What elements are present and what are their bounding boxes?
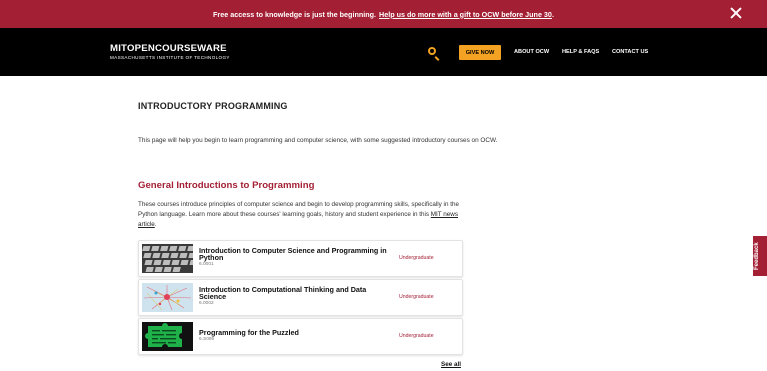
course-level: Undergraduate (399, 333, 434, 339)
banner-donate-link[interactable]: Help us do more with a gift to OCW befor… (379, 10, 552, 19)
logo-ocw: OPENCOURSEWARE (126, 43, 227, 54)
banner-text: Free access to knowledge is just the beg… (213, 9, 377, 19)
see-all-link[interactable]: See all (441, 361, 461, 368)
nav-contact-us[interactable]: CONTACT US (612, 49, 648, 55)
section-suffix: . (154, 221, 157, 228)
course-title[interactable]: Introduction to Computer Science and Pro… (199, 247, 394, 262)
course-number: 6.0002 (199, 301, 214, 306)
course-card[interactable]: Introduction to Computer Science and Pro… (138, 240, 463, 277)
logo-subtitle: MASSACHUSETTS INSTITUTE OF TECHNOLOGY (110, 55, 230, 60)
course-card[interactable]: Introduction to Computational Thinking a… (138, 279, 463, 316)
course-number: 6.S095 (199, 337, 215, 342)
page-title: INTRODUCTORY PROGRAMMING (138, 101, 288, 111)
logo-mit: MIT (110, 43, 127, 54)
network-graph-image (142, 283, 193, 312)
section-title: General Introductions to Programming (138, 180, 315, 191)
close-icon[interactable] (729, 6, 743, 20)
banner-suffix: . (551, 9, 554, 19)
course-title[interactable]: Programming for the Puzzled (199, 329, 394, 337)
page-intro: This page will help you begin to learn p… (138, 137, 498, 144)
course-card[interactable]: Programming for the Puzzled 6.S095 Under… (138, 318, 463, 355)
course-title[interactable]: Introduction to Computational Thinking a… (199, 286, 394, 301)
section-text: These courses introduce principles of co… (138, 201, 459, 218)
section-description: These courses introduce principles of co… (138, 200, 463, 230)
feedback-tab[interactable]: Feedback (753, 236, 767, 276)
course-level: Undergraduate (399, 294, 434, 300)
keyboard-image (142, 244, 193, 273)
give-now-button[interactable]: GIVE NOW (459, 45, 501, 60)
puzzle-piece-image (142, 322, 193, 351)
search-icon[interactable] (428, 47, 436, 55)
mit-ocw-logo[interactable]: MITOPENCOURSEWARE MASSACHUSETTS INSTITUT… (110, 44, 230, 61)
nav-help-faqs[interactable]: HELP & FAQS (562, 49, 599, 55)
feedback-label: Feedback (754, 242, 760, 270)
nav-about-ocw[interactable]: ABOUT OCW (514, 49, 549, 55)
site-header: MITOPENCOURSEWARE MASSACHUSETTS INSTITUT… (0, 28, 767, 76)
course-number: 6.0001 (199, 262, 214, 267)
donation-banner: Free access to knowledge is just the beg… (0, 0, 767, 28)
course-level: Undergraduate (399, 255, 434, 261)
